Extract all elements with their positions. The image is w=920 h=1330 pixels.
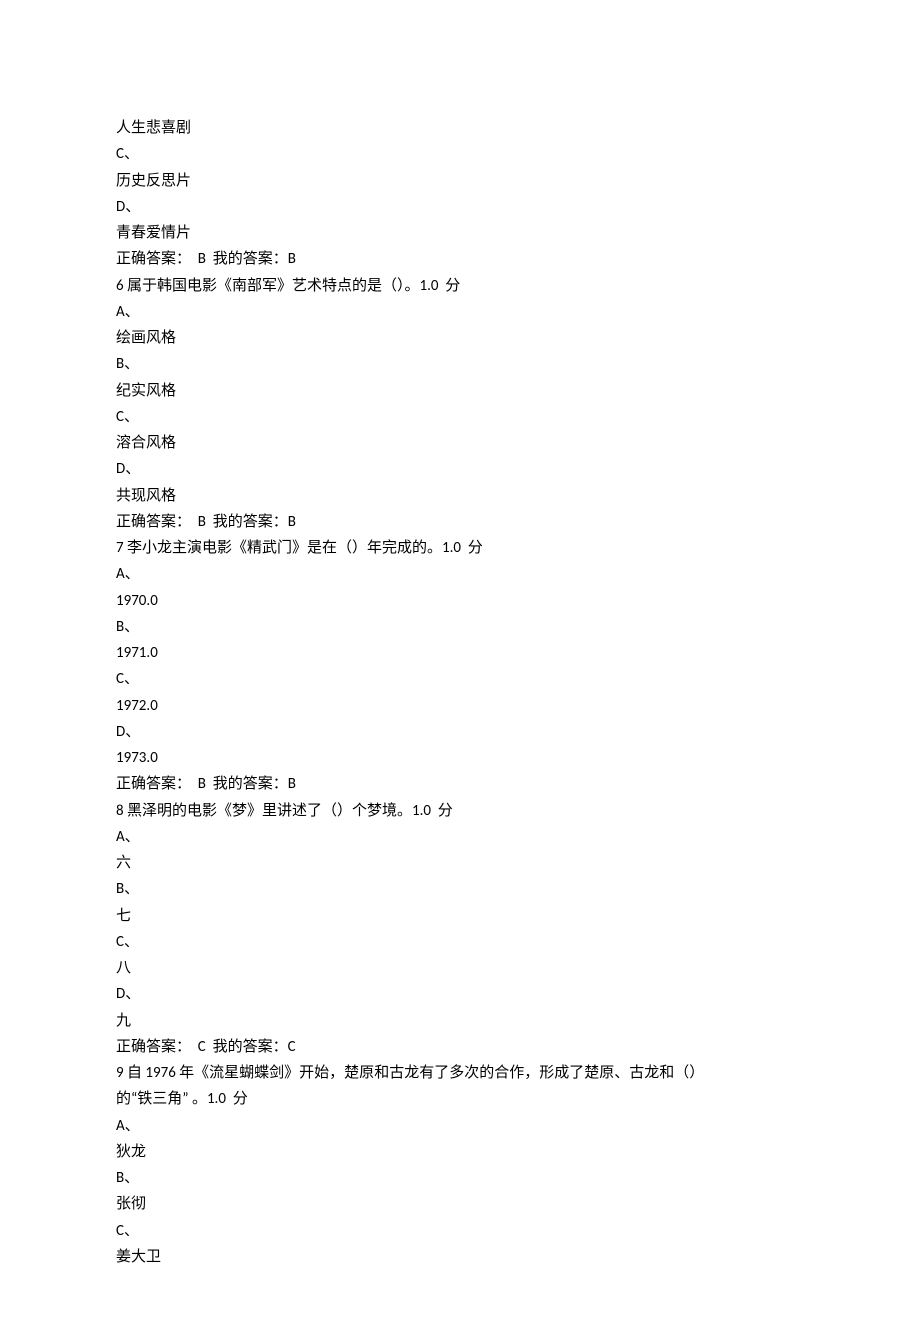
text-line: 溶合风格: [116, 430, 804, 456]
text-line: 八: [116, 955, 804, 981]
option-label: C、: [116, 1218, 804, 1244]
answer-line: 正确答案： B 我的答案：B: [116, 509, 804, 535]
text-line: 七: [116, 903, 804, 929]
text-line: 历史反思片: [116, 168, 804, 194]
option-label: B、: [116, 1165, 804, 1191]
text-line: 九: [116, 1008, 804, 1034]
option-label: C、: [116, 929, 804, 955]
question-line: 7 李小龙主演电影《精武门》是在（）年完成的。1.0 分: [116, 535, 804, 561]
question-line: 8 黑泽明的电影《梦》里讲述了（）个梦境。1.0 分: [116, 798, 804, 824]
answer-line: 正确答案： B 我的答案：B: [116, 771, 804, 797]
text-line: 绘画风格: [116, 325, 804, 351]
option-label: D、: [116, 719, 804, 745]
option-label: C、: [116, 666, 804, 692]
question-line: 的“铁三角” 。1.0 分: [116, 1086, 804, 1112]
text-line: 人生悲喜剧: [116, 115, 804, 141]
option-label: D、: [116, 194, 804, 220]
text-line: 张彻: [116, 1191, 804, 1217]
option-label: A、: [116, 299, 804, 325]
text-line: 1972.0: [116, 693, 804, 719]
text-line: 姜大卫: [116, 1244, 804, 1270]
question-line: 9 自 1976 年《流星蝴蝶剑》开始，楚原和古龙有了多次的合作，形成了楚原、古…: [116, 1060, 804, 1086]
option-label: D、: [116, 456, 804, 482]
text-line: 六: [116, 850, 804, 876]
option-label: A、: [116, 824, 804, 850]
text-line: 共现风格: [116, 483, 804, 509]
text-line: 纪实风格: [116, 378, 804, 404]
question-line: 6 属于韩国电影《南部军》艺术特点的是（）。1.0 分: [116, 273, 804, 299]
text-line: 1973.0: [116, 745, 804, 771]
text-line: 1971.0: [116, 640, 804, 666]
option-label: A、: [116, 561, 804, 587]
answer-line: 正确答案： C 我的答案：C: [116, 1034, 804, 1060]
option-label: C、: [116, 141, 804, 167]
text-line: 青春爱情片: [116, 220, 804, 246]
text-line: 狄龙: [116, 1139, 804, 1165]
text-line: 1970.0: [116, 588, 804, 614]
option-label: B、: [116, 876, 804, 902]
answer-line: 正确答案： B 我的答案：B: [116, 246, 804, 272]
option-label: C、: [116, 404, 804, 430]
option-label: B、: [116, 351, 804, 377]
option-label: A、: [116, 1113, 804, 1139]
option-label: B、: [116, 614, 804, 640]
option-label: D、: [116, 981, 804, 1007]
document-page: 人生悲喜剧 C、 历史反思片 D、 青春爱情片 正确答案： B 我的答案：B 6…: [0, 0, 920, 1330]
